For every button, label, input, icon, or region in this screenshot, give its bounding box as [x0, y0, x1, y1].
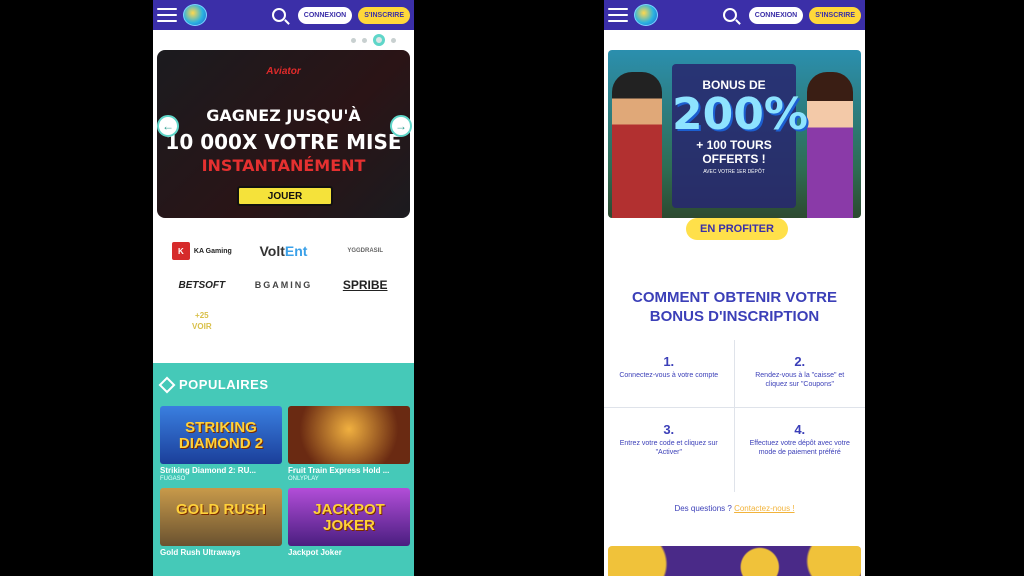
game-thumbnail[interactable]: JACKPOT JOKER [288, 488, 410, 546]
search-icon[interactable] [271, 8, 286, 22]
game-thumbnail-title: STRIKING DIAMOND 2 [178, 419, 264, 452]
provider-betsoft[interactable]: BETSOFT [178, 280, 225, 291]
free-spins-line: + 100 TOURS [696, 138, 772, 152]
phone-screen-left: CONNEXION S'INSCRIRE Aviator GAGNEZ JUSQ… [153, 0, 414, 576]
search-icon[interactable] [722, 8, 737, 22]
pirate-girl-illustration [807, 72, 853, 218]
site-logo-icon[interactable] [183, 4, 207, 26]
provider-yggdrasil[interactable]: YGGDRASIL [347, 248, 383, 254]
help-text: Des questions ? [674, 504, 732, 513]
pirate-captain-illustration [612, 72, 662, 218]
game-studio: ONLYPLAY [288, 476, 319, 482]
top-bar: CONNEXION S'INSCRIRE [604, 0, 865, 30]
provider-label: Volt [259, 243, 285, 259]
bonus-percentage: 200% [672, 89, 808, 140]
step-item: 1. Connectez-vous à votre compte [604, 340, 735, 408]
step-number: 4. [794, 422, 806, 437]
game-card[interactable]: STRIKING DIAMOND 2 Striking Diamond 2: R… [160, 406, 282, 482]
login-button[interactable]: CONNEXION [297, 6, 353, 24]
carousel-dot-active[interactable] [373, 34, 385, 46]
step-text: Entrez votre code et cliquez sur "Active… [619, 440, 718, 456]
game-title: Fruit Train Express Hold ... [288, 466, 390, 475]
provider-spribe[interactable]: SPRIBE [343, 278, 388, 292]
hero-headline-3: INSTANTANÉMENT [201, 156, 366, 175]
contact-link[interactable]: Contactez-nous ! [734, 504, 794, 513]
step-number: 1. [663, 354, 675, 369]
hero-banner[interactable]: Aviator GAGNEZ JUSQU'À 10 000X VOTRE MIS… [157, 50, 410, 218]
site-logo-icon[interactable] [634, 4, 658, 26]
bottom-promo-banner[interactable] [608, 546, 861, 576]
game-thumbnail[interactable]: STRIKING DIAMOND 2 [160, 406, 282, 464]
carousel-next-arrow-icon[interactable]: → [390, 115, 412, 137]
claim-bonus-button[interactable]: EN PROFITER [686, 218, 788, 240]
game-card[interactable]: JACKPOT JOKER Jackpot Joker [288, 488, 410, 558]
top-bar: CONNEXION S'INSCRIRE [153, 0, 414, 30]
hero-headline-1: GAGNEZ JUSQU'À [206, 106, 361, 125]
step-text: Connectez-vous à votre compte [619, 372, 719, 379]
step-item: 3. Entrez votre code et cliquez sur "Act… [604, 408, 735, 492]
provider-grid: K KA Gaming VoltEnt YGGDRASIL BETSOFT BG… [153, 218, 414, 332]
carousel-dot[interactable] [362, 37, 367, 43]
game-card[interactable]: GOLD RUSH Gold Rush Ultraways [160, 488, 282, 558]
login-button[interactable]: CONNEXION [748, 6, 804, 24]
carousel-dot[interactable] [391, 37, 396, 43]
carousel-dot[interactable] [351, 37, 356, 43]
bonus-card: BONUS DE 200% + 100 TOURS OFFERTS ! AVEC… [672, 64, 808, 208]
phone-screen-right: CONNEXION S'INSCRIRE BONUS DE 200% + 100… [604, 0, 865, 576]
step-text: Rendez-vous à la "caisse" et cliquez sur… [755, 372, 845, 388]
game-thumbnail-title: GOLD RUSH [176, 501, 266, 518]
carousel-prev-arrow-icon[interactable]: ← [157, 115, 179, 137]
provider-ka-gaming[interactable]: K KA Gaming [171, 242, 232, 260]
game-title: Gold Rush Ultraways [160, 548, 241, 557]
carousel-pagination [153, 30, 414, 50]
free-spins-offered: OFFERTS ! [702, 152, 766, 166]
popular-section: POPULAIRES STRIKING DIAMOND 2 Striking D… [153, 363, 414, 576]
step-item: 2. Rendez-vous à la "caisse" et cliquez … [734, 340, 865, 408]
play-button[interactable]: JOUER [237, 186, 333, 206]
bonus-promo-banner[interactable]: BONUS DE 200% + 100 TOURS OFFERTS ! AVEC… [608, 50, 861, 218]
hero-headline-2: 10 000X VOTRE MISE [165, 130, 402, 154]
aviator-logo: Aviator [266, 66, 301, 77]
more-providers-link[interactable]: +25 VOIR [192, 310, 212, 332]
steps-grid: 1. Connectez-vous à votre compte 2. Rend… [604, 340, 865, 492]
game-thumbnail-title: JACKPOT JOKER [313, 501, 385, 534]
game-title: Striking Diamond 2: RU... [160, 466, 257, 475]
signup-button[interactable]: S'INSCRIRE [358, 6, 410, 24]
game-title: Jackpot Joker [288, 548, 342, 557]
help-line: Des questions ? Contactez-nous ! [604, 504, 865, 513]
game-card[interactable]: Fruit Train Express Hold ... ONLYPLAY [288, 406, 410, 482]
provider-bgaming[interactable]: BGAMING [255, 280, 313, 290]
how-to-title-line: BONUS D'INSCRIPTION [649, 308, 820, 325]
provider-voltent[interactable]: VoltEnt [260, 243, 308, 259]
game-thumbnail[interactable]: GOLD RUSH [160, 488, 282, 546]
hamburger-menu-icon[interactable] [157, 8, 177, 22]
ka-gaming-logo-icon: K [171, 242, 190, 260]
step-text: Effectuez votre dépôt avec votre mode de… [749, 440, 850, 456]
signup-button[interactable]: S'INSCRIRE [809, 6, 861, 24]
game-thumbnail[interactable] [288, 406, 410, 464]
popular-heading: POPULAIRES [153, 363, 414, 393]
provider-label-accent: Ent [284, 243, 308, 259]
diamond-icon [158, 376, 176, 393]
hamburger-menu-icon[interactable] [608, 8, 628, 22]
provider-label: KA Gaming [193, 247, 232, 255]
step-number: 2. [794, 354, 806, 369]
step-item: 4. Effectuez votre dépôt avec votre mode… [735, 408, 866, 492]
bonus-condition: AVEC VOTRE 1ER DÉPÔT [703, 169, 765, 175]
step-number: 3. [663, 422, 675, 437]
game-grid: STRIKING DIAMOND 2 Striking Diamond 2: R… [153, 392, 414, 558]
how-to-title-line: COMMENT OBTENIR VOTRE [632, 289, 837, 306]
popular-heading-label: POPULAIRES [179, 377, 269, 392]
how-to-title: COMMENT OBTENIR VOTRE BONUS D'INSCRIPTIO… [604, 288, 865, 326]
game-studio: FUGASO [160, 476, 186, 482]
